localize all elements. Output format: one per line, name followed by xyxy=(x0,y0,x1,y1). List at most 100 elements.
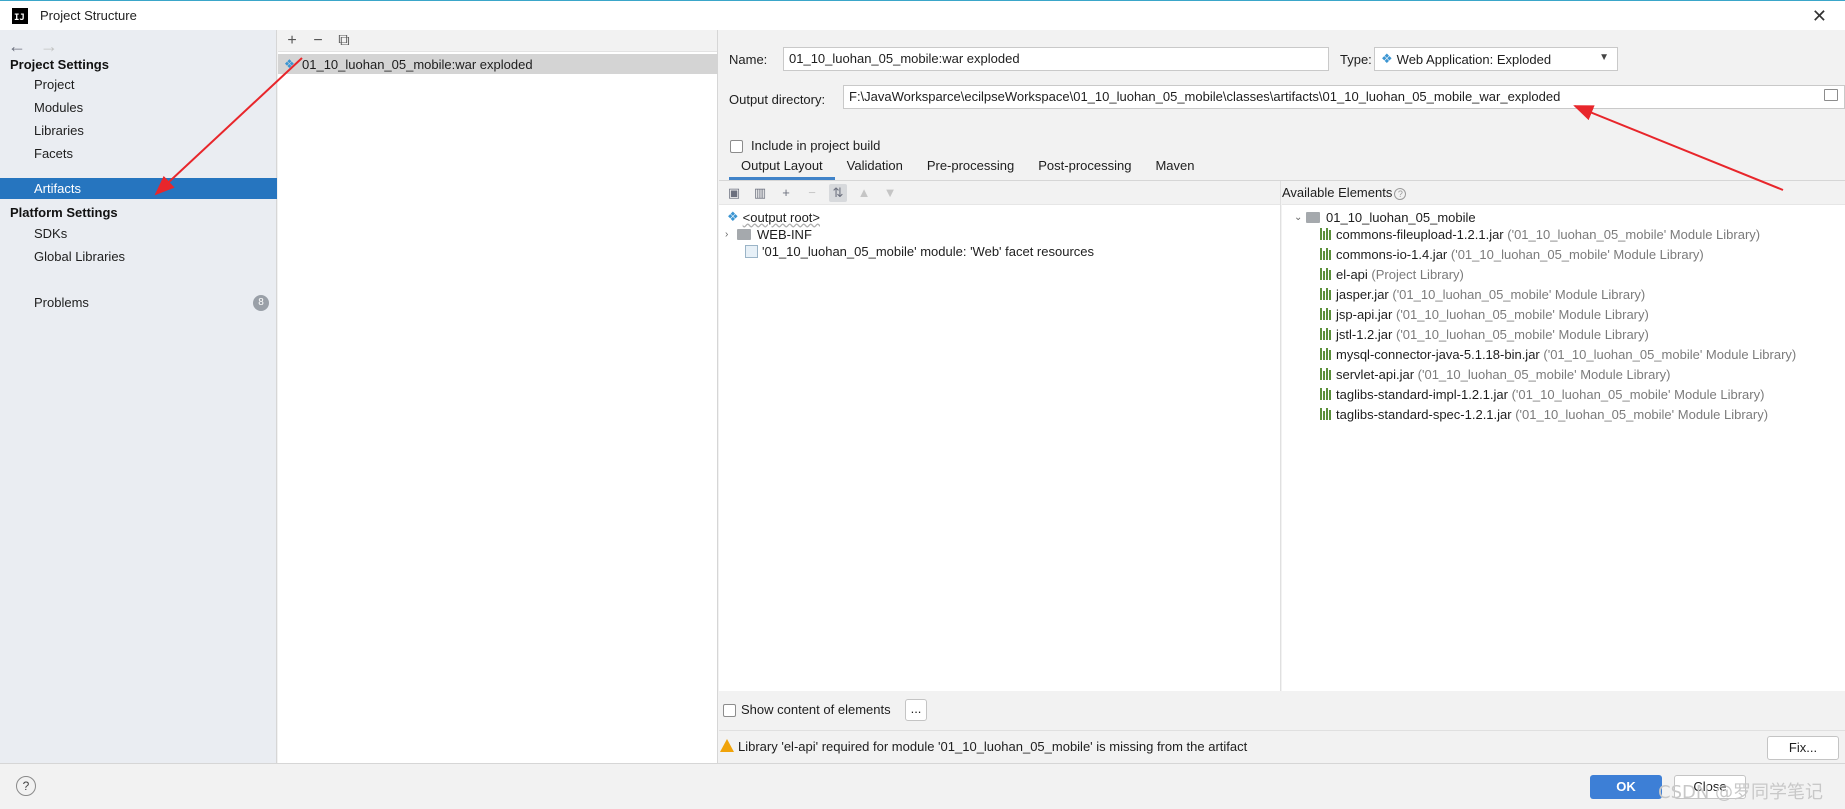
module-folder-icon xyxy=(1306,211,1320,223)
sidebar-item-modules[interactable]: Modules xyxy=(0,97,277,118)
output-directory-label: Output directory: xyxy=(729,92,826,107)
sidebar-item-global-libraries[interactable]: Global Libraries xyxy=(0,246,277,267)
browse-folder-icon[interactable] xyxy=(1824,89,1838,101)
library-item[interactable]: jasper.jar ('01_10_luohan_05_mobile' Mod… xyxy=(1320,284,1645,304)
library-icon xyxy=(1320,388,1332,400)
help-circle-icon[interactable]: ? xyxy=(16,776,36,796)
artifact-list-pane: + − ⧉ ❖ 01_10_luohan_05_mobile:war explo… xyxy=(278,30,718,763)
sidebar-item-facets[interactable]: Facets xyxy=(0,143,277,164)
window-title: Project Structure xyxy=(40,8,137,23)
library-icon xyxy=(1320,368,1332,380)
more-options-button[interactable]: ... xyxy=(905,699,927,721)
sidebar-item-sdks[interactable]: SDKs xyxy=(0,223,277,244)
library-name: commons-fileupload-1.2.1.jar xyxy=(1336,226,1504,242)
name-label: Name: xyxy=(729,52,768,67)
tab-output-layout[interactable]: Output Layout xyxy=(729,154,835,180)
facet-resources-label: '01_10_luohan_05_mobile' module: 'Web' f… xyxy=(762,243,1095,259)
output-layout-pane: ▣ ▥ + − ⇅ ▲ ▼ ❖ <output root> › WEB-INF … xyxy=(719,181,1281,691)
library-name: jasper.jar xyxy=(1336,286,1389,302)
close-window-icon[interactable]: ✕ xyxy=(1812,7,1827,25)
library-icon xyxy=(1320,248,1332,260)
library-item[interactable]: jstl-1.2.jar ('01_10_luohan_05_mobile' M… xyxy=(1320,324,1649,344)
library-name: jsp-api.jar xyxy=(1336,306,1393,322)
show-content-row: Show content of elements ... xyxy=(719,692,1845,730)
output-root-label: <output root> xyxy=(742,209,820,225)
library-scope: ('01_10_luohan_05_mobile' Module Library… xyxy=(1511,386,1765,402)
show-content-checkbox[interactable] xyxy=(723,704,736,717)
sidebar-item-problems[interactable]: Problems 8 xyxy=(0,292,277,313)
library-item[interactable]: taglibs-standard-impl-1.2.1.jar ('01_10_… xyxy=(1320,384,1764,404)
type-label: Type: xyxy=(1340,52,1372,67)
intellij-app-icon: IJ xyxy=(12,7,28,24)
library-scope: ('01_10_luohan_05_mobile' Module Library… xyxy=(1392,286,1646,302)
output-directory-input[interactable]: F:\JavaWorksparce\ecilpseWorkspace\01_10… xyxy=(843,85,1845,109)
tab-pre-processing[interactable]: Pre-processing xyxy=(915,154,1026,180)
fix-button[interactable]: Fix... xyxy=(1767,736,1839,760)
ok-button[interactable]: OK xyxy=(1590,775,1662,799)
library-icon xyxy=(1320,348,1332,360)
library-item[interactable]: servlet-api.jar ('01_10_luohan_05_mobile… xyxy=(1320,364,1671,384)
sidebar-item-project[interactable]: Project xyxy=(0,74,277,95)
library-name: mysql-connector-java-5.1.18-bin.jar xyxy=(1336,346,1540,362)
sidebar-item-libraries[interactable]: Libraries xyxy=(0,120,277,141)
library-scope: (Project Library) xyxy=(1371,266,1464,282)
project-settings-heading: Project Settings xyxy=(10,57,109,72)
add-element-icon[interactable]: + xyxy=(777,184,795,202)
library-icon xyxy=(1320,288,1332,300)
tab-post-processing[interactable]: Post-processing xyxy=(1026,154,1143,180)
library-item[interactable]: jsp-api.jar ('01_10_luohan_05_mobile' Mo… xyxy=(1320,304,1649,324)
problems-label: Problems xyxy=(34,295,89,310)
sort-elements-icon[interactable]: ⇅ xyxy=(829,183,847,202)
dialog-footer: ? OK Close CSDN @罗同学笔记 xyxy=(0,763,1845,809)
tab-maven[interactable]: Maven xyxy=(1143,154,1206,180)
library-item[interactable]: mysql-connector-java-5.1.18-bin.jar ('01… xyxy=(1320,344,1796,364)
web-resource-icon xyxy=(745,244,758,258)
library-item[interactable]: taglibs-standard-spec-1.2.1.jar ('01_10_… xyxy=(1320,404,1768,424)
library-item[interactable]: commons-io-1.4.jar ('01_10_luohan_05_mob… xyxy=(1320,244,1704,264)
chevron-down-icon: ▼ xyxy=(1599,52,1609,63)
copy-artifact-icon[interactable]: ⧉ xyxy=(336,32,352,49)
artifact-name-input[interactable]: 01_10_luohan_05_mobile:war exploded xyxy=(783,47,1329,71)
artifact-item-label: 01_10_luohan_05_mobile:war exploded xyxy=(302,56,533,72)
library-item[interactable]: el-api (Project Library) xyxy=(1320,264,1464,284)
back-arrow-icon[interactable]: ← xyxy=(8,36,26,57)
nav-arrows: ← → xyxy=(8,36,58,57)
folder-icon xyxy=(737,228,751,240)
watermark-text: CSDN @罗同学笔记 xyxy=(1658,782,1824,803)
sidebar-item-artifacts[interactable]: Artifacts xyxy=(0,178,277,199)
library-scope: ('01_10_luohan_05_mobile' Module Library… xyxy=(1395,326,1649,342)
new-directory-icon[interactable]: ▣ xyxy=(725,184,743,202)
warning-icon xyxy=(720,739,734,752)
library-name: taglibs-standard-impl-1.2.1.jar xyxy=(1336,386,1508,402)
warning-row: Library 'el-api' required for module '01… xyxy=(719,730,1845,763)
move-up-icon[interactable]: ▲ xyxy=(855,184,873,202)
add-artifact-icon[interactable]: + xyxy=(284,32,300,49)
facet-resources-node[interactable]: '01_10_luohan_05_mobile' module: 'Web' f… xyxy=(745,241,1094,261)
library-item[interactable]: commons-fileupload-1.2.1.jar ('01_10_luo… xyxy=(1320,224,1760,244)
chevron-right-icon[interactable]: › xyxy=(725,229,737,240)
remove-element-icon[interactable]: − xyxy=(803,184,821,202)
include-in-build-checkbox[interactable] xyxy=(730,140,743,153)
artifact-type-value: Web Application: Exploded xyxy=(1396,51,1552,67)
chevron-down-icon[interactable]: ⌄ xyxy=(1294,212,1306,223)
remove-artifact-icon[interactable]: − xyxy=(310,32,326,49)
help-icon[interactable]: ? xyxy=(1394,188,1407,200)
window-titlebar: IJ Project Structure ✕ xyxy=(0,0,1845,30)
output-directory-value: F:\JavaWorksparce\ecilpseWorkspace\01_10… xyxy=(849,89,1561,104)
artifact-list-item[interactable]: ❖ 01_10_luohan_05_mobile:war exploded xyxy=(278,54,718,74)
library-name: taglibs-standard-spec-1.2.1.jar xyxy=(1336,406,1512,422)
library-scope: ('01_10_luohan_05_mobile' Module Library… xyxy=(1515,406,1769,422)
library-icon xyxy=(1320,268,1332,280)
library-name: jstl-1.2.jar xyxy=(1336,326,1393,342)
show-content-label: Show content of elements xyxy=(741,702,891,717)
library-icon xyxy=(1320,408,1332,420)
artifact-type-select[interactable]: ❖ Web Application: Exploded ▼ xyxy=(1374,47,1618,71)
artifact-detail-pane: Name: 01_10_luohan_05_mobile:war explode… xyxy=(719,30,1845,763)
archive-icon[interactable]: ▥ xyxy=(751,184,769,202)
web-artifact-icon: ❖ xyxy=(284,57,295,71)
move-down-icon[interactable]: ▼ xyxy=(881,184,899,202)
tab-validation[interactable]: Validation xyxy=(835,154,915,180)
available-elements-header: Available Elements? xyxy=(1282,181,1845,205)
forward-arrow-icon[interactable]: → xyxy=(40,36,58,57)
problems-count-badge: 8 xyxy=(253,295,269,311)
